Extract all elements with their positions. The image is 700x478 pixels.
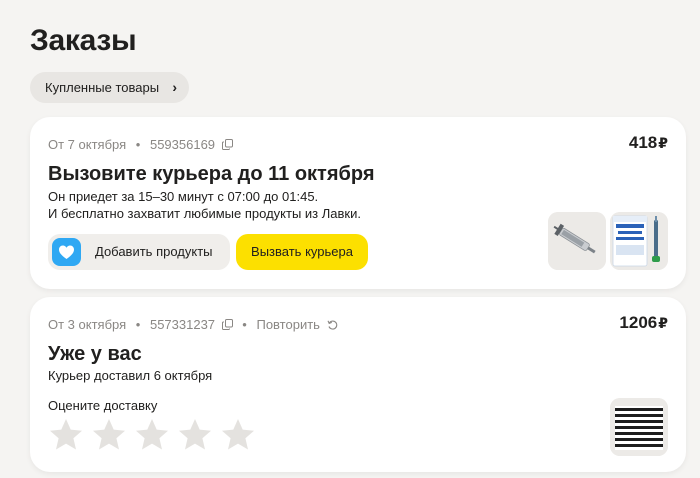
order-date: От 7 октября bbox=[48, 137, 127, 153]
order-price: 1206₽ bbox=[619, 313, 668, 333]
syringe-image bbox=[548, 212, 606, 270]
chevron-right-icon: › bbox=[172, 79, 178, 95]
star-icon[interactable] bbox=[177, 417, 213, 453]
currency-symbol: ₽ bbox=[658, 135, 668, 151]
price-value: 418 bbox=[628, 133, 658, 152]
order-card[interactable]: От 3 октября • 557331237 • Повторить 120… bbox=[30, 297, 686, 472]
separator-dot: • bbox=[242, 317, 247, 333]
purchased-items-chip[interactable]: Купленные товары › bbox=[30, 72, 190, 103]
star-icon[interactable] bbox=[48, 417, 84, 453]
rate-delivery-label: Оцените доставку bbox=[48, 398, 158, 413]
order-number: 559356169 bbox=[149, 137, 216, 153]
chip-label: Купленные товары bbox=[45, 80, 160, 95]
order-card[interactable]: От 7 октября • 559356169 418₽ Вызовите к… bbox=[30, 117, 686, 289]
page-title: Заказы bbox=[30, 24, 137, 57]
product-thumbnail-striped[interactable] bbox=[610, 398, 668, 456]
product-thumbnail-thermal-paste[interactable] bbox=[610, 212, 668, 270]
orders-page: Заказы Купленные товары › От 7 октября •… bbox=[0, 0, 700, 478]
star-icon[interactable] bbox=[91, 417, 127, 453]
price-value: 1206 bbox=[619, 313, 658, 332]
copy-icon[interactable] bbox=[221, 319, 233, 331]
delivery-status: Курьер доставил 6 октября bbox=[48, 368, 213, 383]
lavka-app-icon bbox=[52, 238, 81, 266]
product-thumbnail-syringe[interactable] bbox=[548, 212, 606, 270]
order-date: От 3 октября bbox=[48, 317, 127, 333]
repeat-icon[interactable] bbox=[327, 319, 339, 331]
heart-icon bbox=[59, 245, 74, 259]
rating-stars bbox=[48, 417, 256, 453]
order-headline: Уже у вас bbox=[48, 343, 142, 365]
star-icon[interactable] bbox=[134, 417, 170, 453]
repeat-order-link[interactable]: Повторить bbox=[256, 317, 319, 332]
order-meta: От 7 октября • 559356169 bbox=[48, 136, 233, 152]
courier-info-line-2: И бесплатно захватит любимые продукты из… bbox=[48, 206, 361, 221]
order-number: 557331237 bbox=[149, 317, 216, 333]
add-products-button[interactable]: Добавить продукты bbox=[48, 234, 230, 270]
courier-info-line-1: Он приедет за 15–30 минут с 07:00 до 01:… bbox=[48, 189, 319, 204]
separator-dot: • bbox=[135, 137, 141, 153]
order-headline: Вызовите курьера до 11 октября bbox=[48, 163, 375, 185]
currency-symbol: ₽ bbox=[658, 315, 668, 331]
thermal-paste-box-image bbox=[610, 212, 668, 270]
copy-icon[interactable] bbox=[221, 139, 233, 151]
order-price: 418₽ bbox=[629, 133, 668, 153]
order-meta: От 3 октября • 557331237 • Повторить bbox=[48, 316, 339, 332]
separator-dot: • bbox=[135, 317, 141, 333]
star-icon[interactable] bbox=[220, 417, 256, 453]
call-courier-button[interactable]: Вызвать курьера bbox=[236, 234, 368, 270]
add-products-label: Добавить продукты bbox=[95, 244, 213, 259]
striped-product-image bbox=[610, 398, 668, 456]
